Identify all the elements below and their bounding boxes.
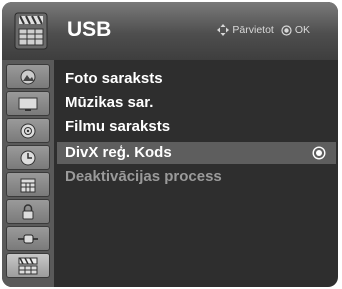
category-sidebar — [2, 60, 54, 287]
menu-item-label: Filmu saraksts — [65, 118, 171, 135]
sidebar-item-input[interactable] — [6, 226, 50, 251]
sidebar-item-option[interactable] — [6, 172, 50, 197]
ok-button-icon — [281, 24, 292, 36]
menu-header: USB Pārvietot OK — [2, 2, 338, 60]
navigation-hint: Pārvietot OK — [217, 24, 310, 36]
move-arrows-icon — [217, 24, 230, 36]
menu-item-label: Deaktivācijas process — [65, 168, 222, 185]
menu-item-photo-list[interactable]: Foto saraksts — [57, 68, 336, 90]
usb-icon — [18, 257, 38, 274]
usb-menu-list: Foto saraksts Mūzikas sar. Filmu sarakst… — [57, 60, 338, 287]
sidebar-item-picture[interactable] — [6, 64, 50, 89]
usb-menu-icon — [14, 12, 48, 50]
menu-item-deactivation[interactable]: Deaktivācijas process — [57, 166, 336, 188]
calendar-icon — [20, 178, 36, 192]
page-title: USB — [67, 18, 112, 41]
menu-item-divx-registration[interactable]: DivX reģ. Kods — [57, 142, 336, 164]
menu-item-label: Foto saraksts — [65, 70, 163, 87]
ok-hint-label: OK — [294, 24, 310, 36]
sidebar-item-screen[interactable] — [6, 91, 50, 116]
move-hint-label: Pārvietot — [232, 24, 274, 36]
sidebar-item-time[interactable] — [6, 145, 50, 170]
menu-item-label: Mūzikas sar. — [65, 94, 154, 111]
screen-icon — [18, 97, 38, 111]
audio-icon — [20, 123, 36, 138]
menu-item-music-list[interactable]: Mūzikas sar. — [57, 92, 336, 114]
picture-icon — [20, 69, 36, 84]
input-icon — [18, 234, 38, 243]
usb-menu-panel: USB Pārvietot OK Foto saraksts Mūzikas s… — [2, 2, 338, 287]
clock-icon — [20, 150, 36, 165]
menu-item-movie-list[interactable]: Filmu saraksts — [57, 116, 336, 138]
sidebar-item-audio[interactable] — [6, 118, 50, 143]
sidebar-item-lock[interactable] — [6, 199, 50, 224]
sidebar-item-usb[interactable] — [6, 253, 50, 278]
lock-icon — [22, 203, 34, 219]
menu-item-label: DivX reģ. Kods — [65, 144, 172, 161]
radio-selected-icon — [312, 146, 326, 160]
